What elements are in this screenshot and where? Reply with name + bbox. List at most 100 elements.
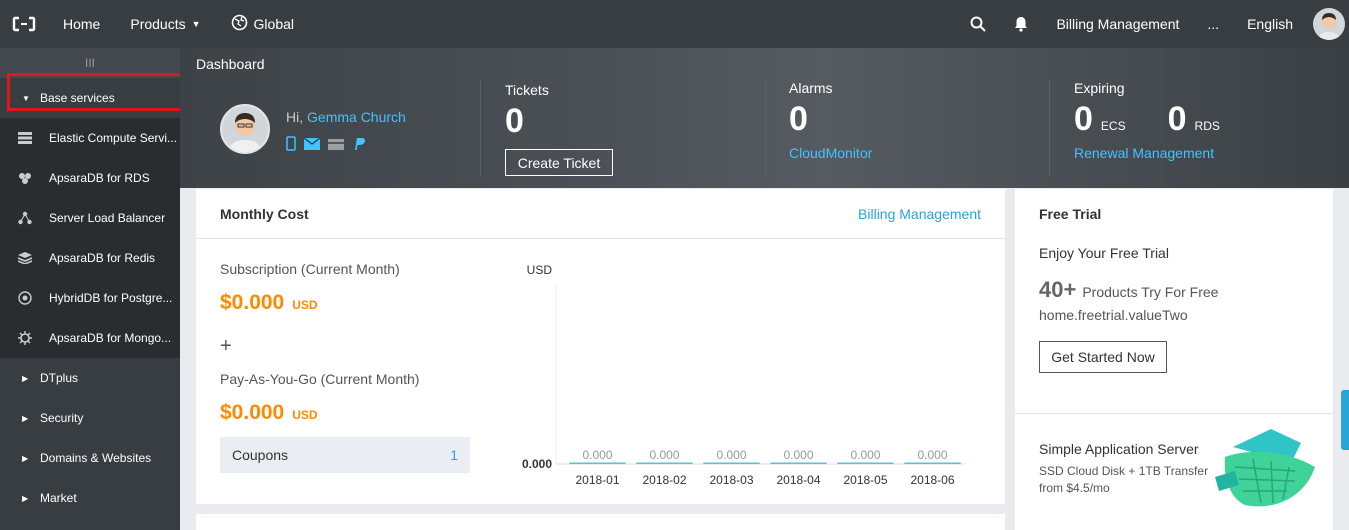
alarms-label: Alarms: [789, 80, 833, 96]
sidebar-item-ecs[interactable]: Elastic Compute Servi...: [0, 118, 180, 158]
sidebar-item-label: ApsaraDB for Redis: [49, 251, 156, 265]
y-axis-label: USD: [527, 263, 553, 277]
tickets-stat: Tickets 0: [505, 82, 549, 141]
top-bar: Home Products ▼ Global Billing Management…: [0, 0, 1349, 48]
coupons-count-link[interactable]: 1: [450, 447, 458, 463]
sidebar-item-label: HybridDB for Postgre...: [49, 291, 173, 305]
nav-global[interactable]: Global: [216, 0, 309, 48]
currency-unit: USD: [292, 408, 318, 422]
search-icon[interactable]: [956, 0, 1000, 48]
email-icon[interactable]: [303, 137, 321, 153]
free-trial-card: Free Trial Enjoy Your Free Trial 40+ Pro…: [1015, 189, 1333, 530]
nav-products[interactable]: Products ▼: [115, 0, 215, 48]
caret-down-icon: ▼: [191, 19, 201, 29]
chart-bar: [703, 462, 760, 464]
chart-bar: [569, 462, 626, 464]
promo-illustration: [1213, 427, 1325, 516]
sidebar-group-label: Market: [40, 491, 77, 505]
chart-bar: [837, 462, 894, 464]
coupons-row[interactable]: Coupons 1: [220, 437, 470, 473]
chart-bar: [904, 462, 961, 464]
free-trial-count-row: 40+ Products Try For Free: [1039, 277, 1309, 303]
sidebar-group-base-services[interactable]: ▼ Base services: [0, 78, 180, 118]
paypal-icon[interactable]: [352, 137, 366, 154]
create-ticket-button[interactable]: Create Ticket: [505, 149, 613, 176]
user-name-link[interactable]: Gemma Church: [307, 109, 406, 125]
alarms-stat: Alarms 0 CloudMonitor: [789, 80, 872, 161]
layers-icon: [18, 251, 32, 265]
sidebar: III ▼ Base services Elastic Compute Serv…: [0, 48, 180, 530]
caret-down-icon: ▼: [22, 93, 30, 103]
nav-home[interactable]: Home: [48, 0, 115, 48]
mobile-icon[interactable]: [286, 136, 296, 154]
bar-data-label: 0.000: [716, 448, 746, 462]
subscription-value: $0.000: [220, 291, 285, 314]
caret-right-icon: ▶: [22, 373, 29, 383]
free-trial-body: Enjoy Your Free Trial 40+ Products Try F…: [1015, 239, 1333, 389]
next-card: [196, 514, 1005, 530]
promo-block[interactable]: Simple Application Server SSD Cloud Disk…: [1039, 441, 1239, 495]
sidebar-item-rds[interactable]: ApsaraDB for RDS: [0, 158, 180, 198]
card-title: Monthly Cost: [220, 205, 309, 222]
x-tick-label: 2018-03: [709, 473, 753, 487]
globe-icon: [231, 14, 248, 34]
plus-sign: +: [220, 335, 232, 357]
server-icon: [18, 131, 32, 145]
sidebar-item-redis[interactable]: ApsaraDB for Redis: [0, 238, 180, 278]
expiring-label: Expiring: [1074, 80, 1125, 96]
card-header: Monthly Cost Billing Management: [196, 189, 1005, 239]
language-selector[interactable]: English: [1233, 0, 1307, 48]
alarms-count: 0: [789, 100, 808, 138]
user-avatar[interactable]: [1313, 8, 1345, 40]
logo-icon[interactable]: [0, 0, 48, 48]
y-tick-label: 0.000: [522, 457, 552, 471]
billing-management-card-link[interactable]: Billing Management: [858, 206, 981, 222]
payg-label: Pay-As-You-Go (Current Month): [220, 371, 420, 387]
ecs-expiring-count: 0: [1074, 100, 1093, 138]
more-menu[interactable]: ...: [1193, 0, 1233, 48]
eye-icon: [18, 291, 32, 305]
get-started-button[interactable]: Get Started Now: [1039, 341, 1167, 373]
user-avatar-large[interactable]: [220, 104, 270, 154]
sidebar-group-label: Domains & Websites: [40, 451, 152, 465]
currency-unit: USD: [292, 298, 318, 312]
card-icon[interactable]: [328, 138, 344, 153]
promo-title: Simple Application Server: [1039, 441, 1199, 457]
sidebar-item-hybriddb[interactable]: HybridDB for Postgre...: [0, 278, 180, 318]
card-header: Free Trial: [1015, 189, 1333, 239]
dashboard-banner: Dashboard Hi, Gemma Church Tickets 0 Cre…: [180, 48, 1349, 188]
free-trial-value-key: home.freetrial.valueTwo: [1039, 307, 1188, 323]
sidebar-item-mongodb[interactable]: ApsaraDB for Mongo...: [0, 318, 180, 358]
bar-data-label: 0.000: [649, 448, 679, 462]
sidebar-group-dtplus[interactable]: ▶ DTplus: [0, 358, 180, 398]
free-trial-subtitle: Enjoy Your Free Trial: [1039, 245, 1169, 261]
sidebar-group-domains[interactable]: ▶ Domains & Websites: [0, 438, 180, 478]
feedback-tab[interactable]: [1341, 390, 1349, 450]
database-icon: [18, 171, 32, 185]
monthly-cost-card: Monthly Cost Billing Management Subscrip…: [196, 189, 1005, 504]
rds-label: RDS: [1194, 119, 1220, 133]
card-title: Free Trial: [1039, 206, 1102, 222]
bar-data-label: 0.000: [917, 448, 947, 462]
sidebar-item-label: ApsaraDB for Mongo...: [49, 331, 172, 345]
bar-data-label: 0.000: [783, 448, 813, 462]
greeting-text: Hi,: [286, 109, 304, 125]
x-tick-label: 2018-04: [776, 473, 820, 487]
greeting: Hi, Gemma Church: [286, 109, 406, 125]
sidebar-group-label: Base services: [40, 91, 115, 105]
sidebar-item-slb[interactable]: Server Load Balancer: [0, 198, 180, 238]
sidebar-collapse-toggle[interactable]: III: [0, 48, 180, 78]
nav-products-label: Products: [130, 16, 186, 32]
sidebar-group-label: DTplus: [40, 371, 79, 385]
cloudmonitor-link[interactable]: CloudMonitor: [789, 145, 872, 161]
sidebar-group-security[interactable]: ▶ Security: [0, 398, 180, 438]
renewal-management-link[interactable]: Renewal Management: [1074, 145, 1220, 161]
billing-management-link[interactable]: Billing Management: [1042, 0, 1193, 48]
ecs-label: ECS: [1100, 119, 1126, 133]
sidebar-item-label: Elastic Compute Servi...: [49, 131, 178, 145]
bell-icon[interactable]: [1000, 0, 1042, 48]
contact-icons: [286, 136, 366, 154]
sidebar-group-market[interactable]: ▶ Market: [0, 478, 180, 518]
chart-bar: [636, 462, 693, 464]
subscription-label: Subscription (Current Month): [220, 261, 400, 277]
